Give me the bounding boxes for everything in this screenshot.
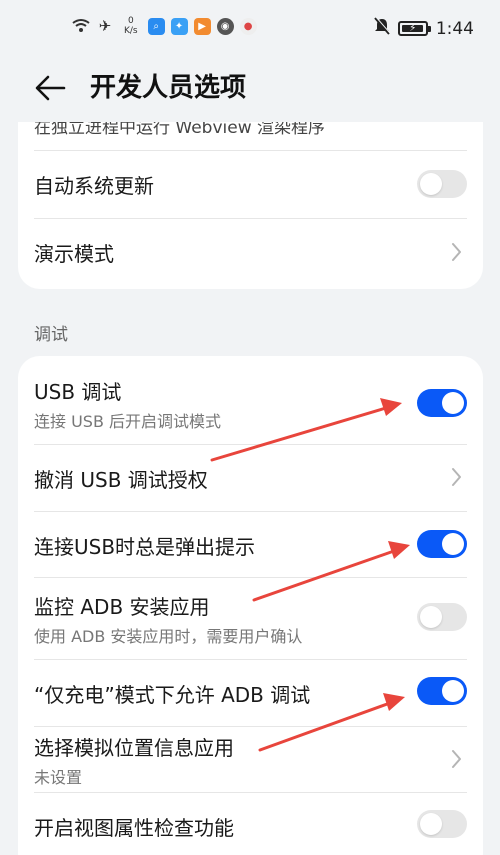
camera-app-icon: ◉ xyxy=(216,17,234,35)
auto-system-update-toggle[interactable] xyxy=(417,170,467,198)
charge-only-adb-row[interactable]: “仅充电”模式下允许 ADB 调试 xyxy=(18,659,483,726)
wifi-icon xyxy=(72,17,90,35)
video-app-icon: ▶ xyxy=(193,17,211,35)
chevron-right-icon xyxy=(452,750,461,768)
toggle-knob xyxy=(420,173,442,195)
usb-debugging-toggle[interactable] xyxy=(417,389,467,417)
charging-bolt-icon: ⚡ xyxy=(409,23,417,34)
chevron-right-icon xyxy=(452,468,461,486)
view-attribute-inspection-toggle[interactable] xyxy=(417,810,467,838)
mock-location-app-row[interactable]: 选择模拟位置信息应用 未设置 xyxy=(18,726,483,792)
app-header: 开发人员选项 xyxy=(0,58,500,120)
toggle-knob xyxy=(442,680,464,702)
battery-icon: ⚡ xyxy=(397,21,431,36)
webview-process-row-clipped[interactable]: 在独立进程中运行 Webview 渲染程序 xyxy=(34,122,434,142)
monitor-adb-install-toggle[interactable] xyxy=(417,603,467,631)
clock: 1:44 xyxy=(435,18,474,39)
toggle-knob xyxy=(442,533,464,555)
usb-debugging-label: USB 调试 xyxy=(34,380,122,404)
back-button[interactable] xyxy=(30,70,70,106)
usb-debugging-row[interactable]: USB 调试 连接 USB 后开启调试模式 xyxy=(18,356,483,444)
monitor-adb-install-row[interactable]: 监控 ADB 安装应用 使用 ADB 安装应用时，需要用户确认 xyxy=(18,577,483,659)
page-title: 开发人员选项 xyxy=(90,73,247,103)
lightbulb-app-icon: ✦ xyxy=(170,17,188,35)
airplane-icon: ✈ xyxy=(98,17,112,35)
toggle-knob xyxy=(442,392,464,414)
charge-only-adb-toggle[interactable] xyxy=(417,677,467,705)
network-speed-value: 0 xyxy=(127,16,134,26)
chrome-app-icon: ● xyxy=(239,17,257,35)
network-speed-unit: K/s xyxy=(124,26,138,36)
toggle-knob xyxy=(420,813,442,835)
section-header-debugging: 调试 xyxy=(34,325,68,345)
view-attribute-inspection-row[interactable]: 开启视图属性检查功能 xyxy=(18,792,483,855)
settings-card-general: 在独立进程中运行 Webview 渲染程序 自动系统更新 演示模式 xyxy=(18,122,483,289)
settings-card-debugging: USB 调试 连接 USB 后开启调试模式 撤消 USB 调试授权 连接USB时… xyxy=(18,356,483,855)
monitor-adb-install-description: 使用 ADB 安装应用时，需要用户确认 xyxy=(34,627,303,646)
revoke-usb-debugging-label: 撤消 USB 调试授权 xyxy=(34,468,208,492)
network-speed: 0 K/s xyxy=(124,16,138,36)
charge-only-adb-label: “仅充电”模式下允许 ADB 调试 xyxy=(34,683,311,707)
mock-location-app-value: 未设置 xyxy=(34,768,83,787)
demo-mode-row[interactable]: 演示模式 xyxy=(18,218,483,286)
auto-system-update-label: 自动系统更新 xyxy=(34,174,154,198)
usb-connect-prompt-label: 连接USB时总是弹出提示 xyxy=(34,535,256,559)
webview-process-label: 在独立进程中运行 Webview 渲染程序 xyxy=(34,122,326,138)
status-bar: ✈ 0 K/s ⌕ ✦ ▶ ◉ ● ⚡ 1:44 xyxy=(0,0,500,58)
revoke-usb-debugging-row[interactable]: 撤消 USB 调试授权 xyxy=(18,444,483,511)
usb-debugging-description: 连接 USB 后开启调试模式 xyxy=(34,412,222,431)
usb-connect-prompt-row[interactable]: 连接USB时总是弹出提示 xyxy=(18,511,483,577)
search-app-icon: ⌕ xyxy=(147,17,165,35)
mock-location-app-label: 选择模拟位置信息应用 xyxy=(34,736,234,760)
auto-system-update-row[interactable]: 自动系统更新 xyxy=(18,150,483,218)
usb-connect-prompt-toggle[interactable] xyxy=(417,530,467,558)
chevron-right-icon xyxy=(452,243,461,261)
mute-icon xyxy=(374,16,391,40)
status-left-icons: ✈ 0 K/s ⌕ ✦ ▶ ◉ ● xyxy=(72,16,257,36)
monitor-adb-install-label: 监控 ADB 安装应用 xyxy=(34,595,210,619)
status-right-icons: ⚡ 1:44 xyxy=(374,16,474,40)
back-arrow-icon xyxy=(35,75,66,101)
view-attribute-inspection-label: 开启视图属性检查功能 xyxy=(34,816,234,840)
demo-mode-label: 演示模式 xyxy=(34,242,114,266)
toggle-knob xyxy=(420,606,442,628)
